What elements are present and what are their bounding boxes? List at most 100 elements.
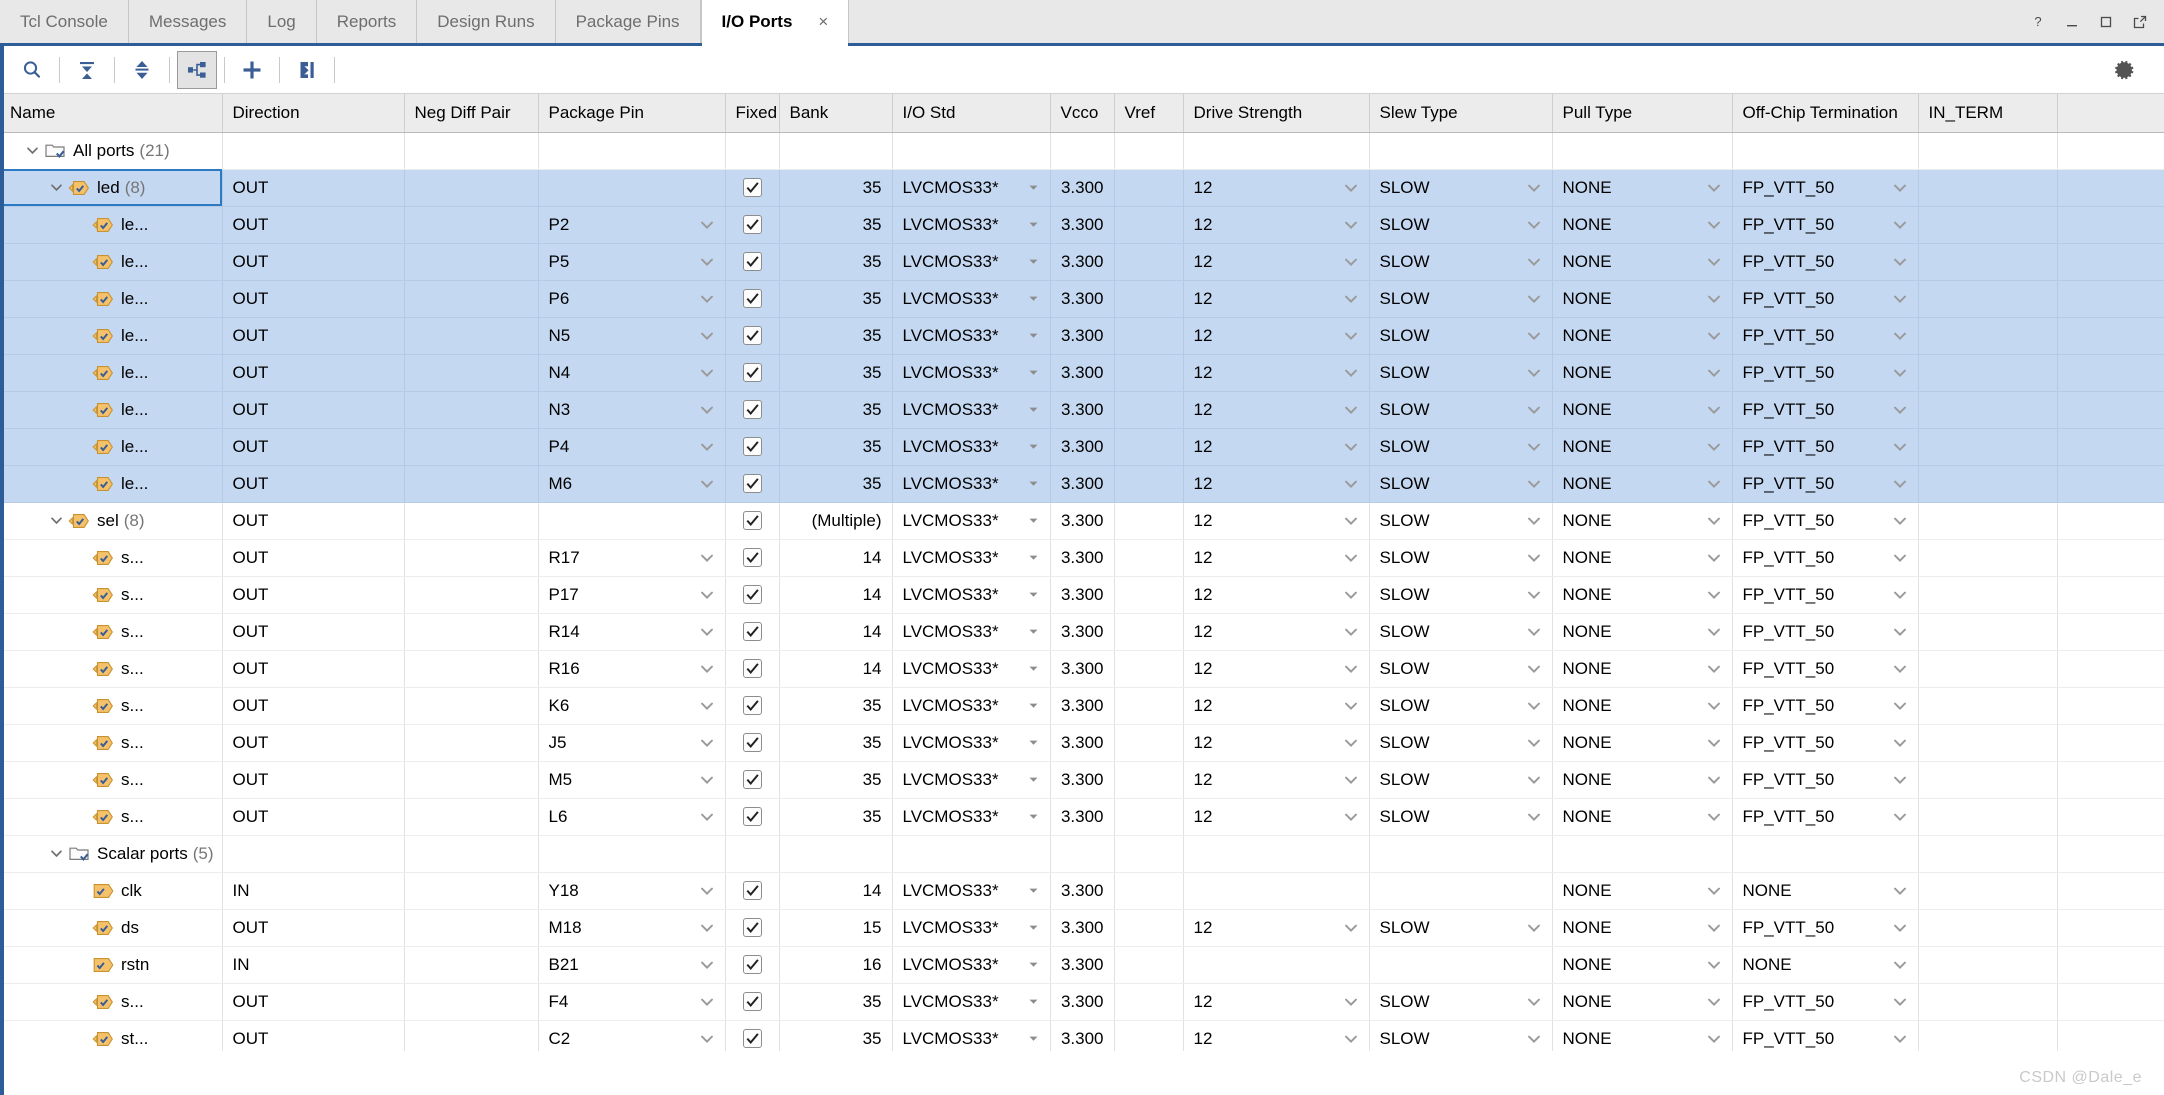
chevron-down-icon[interactable] [1027, 403, 1040, 416]
chevron-down-icon[interactable] [1892, 513, 1908, 529]
cell-io-std[interactable]: LVCMOS33* [892, 687, 1051, 725]
cell-vcco[interactable]: 3.300 [1050, 539, 1115, 577]
cell-io-std[interactable]: LVCMOS33* [892, 428, 1051, 466]
cell-bank[interactable]: 14 [779, 539, 893, 577]
cell-pull-type[interactable]: NONE [1552, 1020, 1733, 1051]
cell-direction[interactable]: OUT [222, 465, 405, 503]
chevron-down-icon[interactable] [1706, 994, 1722, 1010]
cell-pull-type[interactable]: NONE [1552, 983, 1733, 1021]
table-row[interactable]: s... OUT R14 14 LVCMOS33* 3.300 12 SLOW NONE FP_V… [0, 613, 2164, 651]
column-header-bank[interactable]: Bank [779, 94, 893, 133]
cell-package-pin[interactable]: J5 [538, 724, 726, 762]
chevron-down-icon[interactable] [1892, 661, 1908, 677]
help-icon[interactable]: ? [2028, 12, 2048, 32]
cell-fixed[interactable] [725, 798, 780, 836]
cell-neg-diff-pair[interactable] [404, 243, 539, 281]
chevron-down-icon[interactable] [1892, 365, 1908, 381]
cell-package-pin[interactable]: C2 [538, 1020, 726, 1051]
cell-vcco[interactable]: 3.300 [1050, 502, 1115, 540]
column-header-vref[interactable]: Vref [1114, 94, 1184, 133]
fixed-checkbox[interactable] [742, 955, 762, 974]
cell-neg-diff-pair[interactable] [404, 132, 539, 170]
cell-drive-strength[interactable]: 12 [1183, 465, 1370, 503]
cell-slew-type[interactable]: SLOW [1369, 724, 1553, 762]
chevron-down-icon[interactable] [1706, 550, 1722, 566]
chevron-down-icon[interactable] [1706, 698, 1722, 714]
chevron-down-icon[interactable] [1027, 662, 1040, 675]
chevron-down-icon[interactable] [1892, 624, 1908, 640]
chevron-down-icon[interactable] [1526, 587, 1542, 603]
chevron-down-icon[interactable] [1343, 809, 1359, 825]
cell-in-term[interactable] [1918, 946, 2058, 984]
chevron-down-icon[interactable] [1706, 402, 1722, 418]
cell-bank[interactable]: 35 [779, 169, 893, 207]
cell-off-chip-termination[interactable]: FP_VTT_50 [1732, 391, 1919, 429]
cell-vcco[interactable]: 3.300 [1050, 613, 1115, 651]
cell-pull-type[interactable]: NONE [1552, 687, 1733, 725]
cell-drive-strength[interactable]: 12 [1183, 909, 1370, 947]
cell-drive-strength[interactable]: 12 [1183, 502, 1370, 540]
table-row[interactable]: led (8) OUT 35 LVCMOS33* 3.300 12 SLOW NONE FP_VT… [0, 169, 2164, 207]
column-header-off_chip_termination[interactable]: Off-Chip Termination [1732, 94, 1919, 133]
float-window-icon[interactable] [2130, 12, 2150, 32]
cell-off-chip-termination[interactable]: FP_VTT_50 [1732, 1020, 1919, 1051]
chevron-down-icon[interactable] [699, 328, 715, 344]
cell-bank[interactable]: 35 [779, 391, 893, 429]
table-row[interactable]: s... OUT K6 35 LVCMOS33* 3.300 12 SLOW NONE FP_VT… [0, 687, 2164, 725]
column-header-io_std[interactable]: I/O Std [892, 94, 1051, 133]
cell-slew-type[interactable] [1369, 946, 1553, 984]
cell-vcco[interactable]: 3.300 [1050, 909, 1115, 947]
chevron-down-icon[interactable] [699, 883, 715, 899]
cell-fixed[interactable] [725, 872, 780, 910]
fixed-checkbox[interactable] [742, 992, 762, 1011]
cell-pull-type[interactable] [1552, 132, 1733, 170]
cell-slew-type[interactable]: SLOW [1369, 539, 1553, 577]
cell-pull-type[interactable]: NONE [1552, 576, 1733, 614]
cell-bank[interactable]: 35 [779, 1020, 893, 1051]
cell-pull-type[interactable]: NONE [1552, 613, 1733, 651]
cell-vref[interactable] [1114, 169, 1184, 207]
cell-slew-type[interactable]: SLOW [1369, 354, 1553, 392]
cell-io-std[interactable]: LVCMOS33* [892, 465, 1051, 503]
cell-direction[interactable]: OUT [222, 317, 405, 355]
cell-name[interactable]: s... [0, 613, 223, 651]
cell-off-chip-termination[interactable]: FP_VTT_50 [1732, 724, 1919, 762]
cell-drive-strength[interactable]: 12 [1183, 650, 1370, 688]
cell-vref[interactable] [1114, 835, 1184, 873]
cell-in-term[interactable] [1918, 872, 2058, 910]
table-row[interactable]: s... OUT M5 35 LVCMOS33* 3.300 12 SLOW NONE FP_VT… [0, 761, 2164, 799]
cell-slew-type[interactable]: SLOW [1369, 1020, 1553, 1051]
chevron-down-icon[interactable] [699, 254, 715, 270]
cell-fixed[interactable] [725, 650, 780, 688]
table-row[interactable]: rstn IN B21 16 LVCMOS33* 3.300 NONE NONE [0, 946, 2164, 984]
cell-name[interactable]: le... [0, 317, 223, 355]
cell-drive-strength[interactable] [1183, 946, 1370, 984]
cell-vref[interactable] [1114, 650, 1184, 688]
cell-bank[interactable]: 35 [779, 206, 893, 244]
fixed-checkbox[interactable] [742, 326, 762, 345]
cell-neg-diff-pair[interactable] [404, 650, 539, 688]
chevron-down-icon[interactable] [1027, 884, 1040, 897]
table-row[interactable]: Scalar ports (5) [0, 835, 2164, 873]
cell-io-std[interactable]: LVCMOS33* [892, 206, 1051, 244]
cell-fixed[interactable] [725, 946, 780, 984]
expand-collapse-chevron-icon[interactable] [20, 133, 44, 169]
cell-bank[interactable]: 35 [779, 798, 893, 836]
cell-direction[interactable] [222, 835, 405, 873]
chevron-down-icon[interactable] [1892, 957, 1908, 973]
cell-bank[interactable]: 14 [779, 613, 893, 651]
chevron-down-icon[interactable] [1892, 217, 1908, 233]
chevron-down-icon[interactable] [1343, 439, 1359, 455]
fixed-checkbox[interactable] [742, 178, 762, 197]
table-row[interactable]: le... OUT N4 35 LVCMOS33* 3.300 12 SLOW NONE FP_V… [0, 354, 2164, 392]
table-row[interactable]: All ports (21) [0, 132, 2164, 170]
cell-slew-type[interactable]: SLOW [1369, 761, 1553, 799]
cell-vref[interactable] [1114, 132, 1184, 170]
cell-direction[interactable]: OUT [222, 576, 405, 614]
cell-package-pin[interactable]: P5 [538, 243, 726, 281]
cell-bank[interactable]: 35 [779, 428, 893, 466]
cell-pull-type[interactable]: NONE [1552, 798, 1733, 836]
chevron-down-icon[interactable] [699, 476, 715, 492]
cell-vcco[interactable]: 3.300 [1050, 798, 1115, 836]
cell-slew-type[interactable]: SLOW [1369, 798, 1553, 836]
